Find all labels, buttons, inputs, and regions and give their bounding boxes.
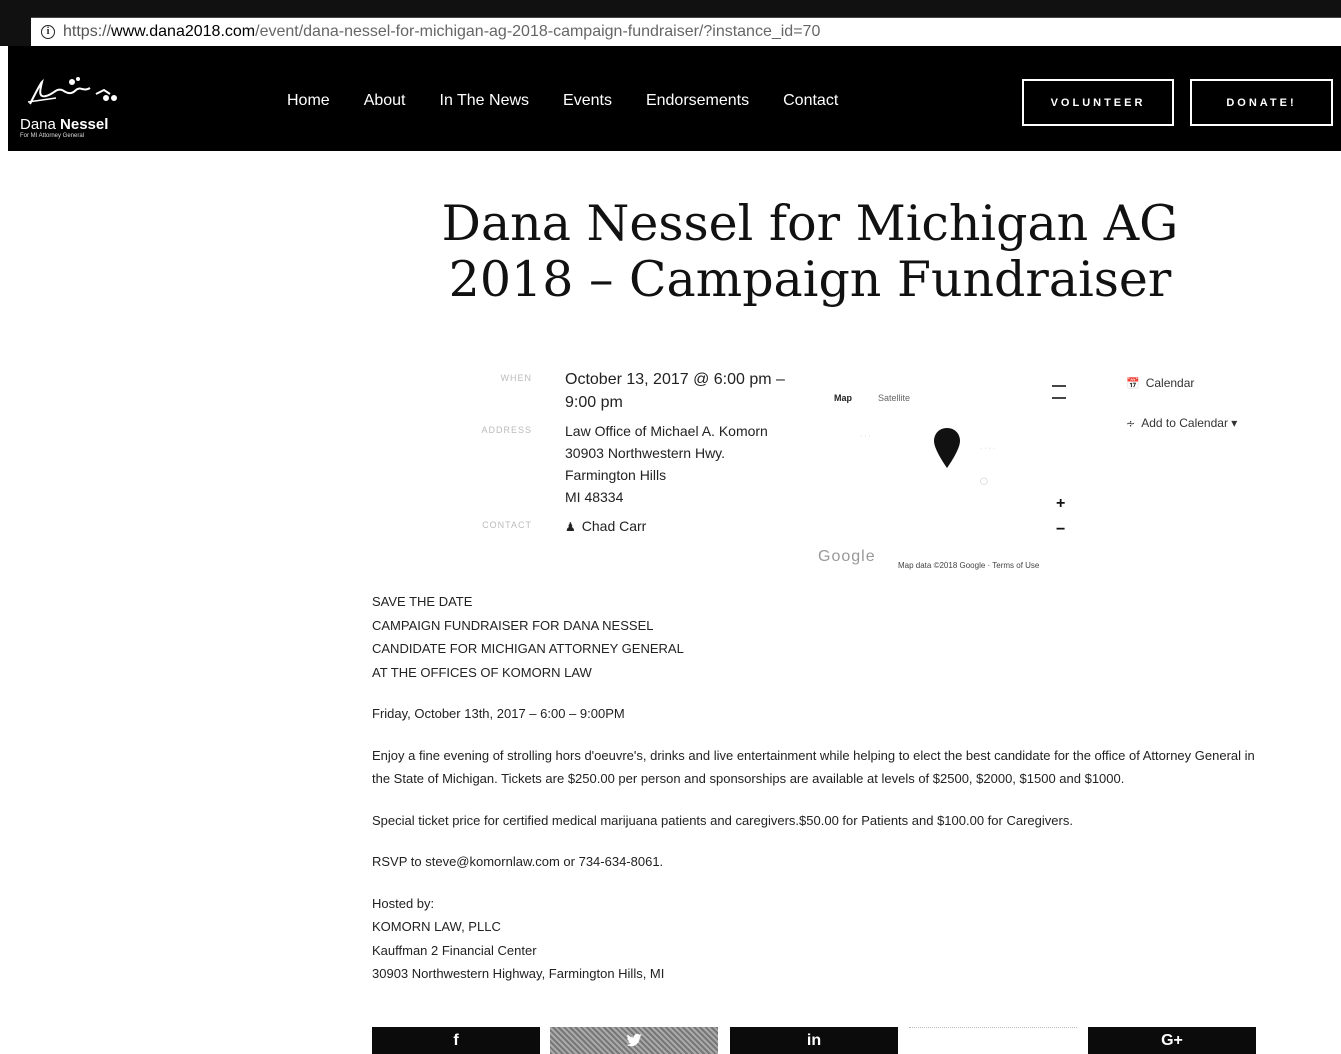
logo-text: Dana Nessel — [20, 116, 108, 133]
save-the-date: SAVE THE DATE — [372, 594, 473, 609]
offices-line: AT THE OFFICES OF KOMORN LAW — [372, 664, 592, 680]
page-title: Dana Nessel for Michigan AG 2018 – Campa… — [441, 195, 1179, 308]
url-path: /event/dana-nessel-for-michigan-ag-2018-… — [255, 23, 821, 40]
linkedin-icon: in — [806, 1031, 822, 1049]
street-address: 30903 Northwestern Hwy. — [565, 445, 726, 461]
map-tab-satellite[interactable]: Satellite — [878, 393, 910, 403]
address-label: ADDRESS — [481, 425, 532, 435]
share-twitter-button[interactable] — [550, 1027, 718, 1054]
map-highway-marker: ◯ — [980, 478, 988, 485]
site-header: Dana Nessel For MI Attorney General Home… — [8, 46, 1341, 151]
url-domain: www.dana2018.com — [111, 23, 256, 40]
rsvp-paragraph: RSVP to steve@komornlaw.com or 734-634-8… — [372, 854, 664, 869]
map-road-label: · · · · — [980, 445, 996, 452]
zoom-in-button[interactable]: + — [1056, 495, 1065, 513]
donate-button[interactable]: DONATE! — [1190, 79, 1333, 126]
calendar-link[interactable]: 📅 Calendar — [1126, 376, 1194, 390]
share-facebook-button[interactable]: f — [372, 1027, 540, 1054]
save-the-date-block: SAVE THE DATE CAMPAIGN FUNDRAISER FOR DA… — [372, 590, 1262, 684]
share-linkedin-button[interactable]: in — [730, 1027, 898, 1054]
person-icon: ♟ — [565, 520, 576, 534]
when-label: WHEN — [500, 373, 532, 383]
hosted-by-label: Hosted by: — [372, 895, 435, 911]
event-address: Law Office of Michael A. Komorn 30903 No… — [565, 420, 768, 508]
calendar-label: Calendar — [1145, 376, 1195, 390]
share-google-plus-button[interactable]: G+ — [1088, 1027, 1256, 1054]
logo-first-name: Dana — [20, 116, 56, 133]
event-contact[interactable]: ♟ Chad Carr — [565, 515, 646, 538]
logo-subtitle: For MI Attorney General — [20, 133, 85, 139]
enjoy-paragraph: Enjoy a fine evening of strolling hors d… — [372, 747, 1255, 787]
address-bar[interactable]: i https://www.dana2018.com/event/dana-ne… — [31, 17, 1341, 46]
candidate-line: CANDIDATE FOR MICHIGAN ATTORNEY GENERAL — [372, 641, 684, 656]
map-tab-map[interactable]: Map — [834, 393, 852, 403]
event-description: SAVE THE DATE CAMPAIGN FUNDRAISER FOR DA… — [372, 590, 1262, 1004]
nav-about[interactable]: About — [364, 92, 406, 110]
map-attribution[interactable]: Map data ©2018 Google · Terms of Use — [898, 561, 1039, 570]
fullscreen-icon[interactable] — [1052, 385, 1066, 399]
logo-last-name: Nessel — [60, 116, 109, 133]
hosted-by-block: Hosted by: KOMORN LAW, PLLC Kauffman 2 F… — [372, 892, 1262, 986]
nav-home[interactable]: Home — [287, 92, 330, 110]
add-to-calendar-dropdown[interactable]: ∻ Add to Calendar ▾ — [1126, 416, 1237, 430]
facebook-icon: f — [453, 1031, 459, 1049]
twitter-icon — [626, 1033, 642, 1047]
share-blank-button[interactable] — [909, 1027, 1077, 1054]
info-icon[interactable]: i — [41, 25, 55, 39]
browser-bar: i https://www.dana2018.com/event/dana-ne… — [0, 0, 1341, 46]
main-nav: Home About In The News Events Endorsemen… — [287, 92, 872, 110]
contact-name: Chad Carr — [581, 518, 647, 534]
google-plus-icon: G+ — [1161, 1031, 1183, 1049]
zoom-out-button[interactable]: − — [1056, 521, 1065, 539]
volunteer-button[interactable]: VOLUNTEER — [1022, 79, 1174, 126]
add-to-calendar-label: Add to Calendar — [1141, 416, 1228, 430]
date-paragraph: Friday, October 13th, 2017 – 6:00 – 9:00… — [372, 706, 625, 721]
special-price-paragraph: Special ticket price for certified medic… — [372, 812, 1073, 828]
venue-name[interactable]: Law Office of Michael A. Komorn — [565, 420, 768, 442]
event-map[interactable]: Map Satellite · · · · · · · ◯ + − Google… — [812, 373, 1084, 573]
site-logo[interactable]: Dana Nessel For MI Attorney General — [20, 74, 130, 139]
caret-down-icon: ▾ — [1231, 416, 1238, 430]
host-name: KOMORN LAW, PLLC — [372, 919, 501, 934]
rss-icon: ∻ — [1126, 418, 1136, 430]
google-logo: Google — [818, 548, 876, 565]
nav-in-the-news[interactable]: In The News — [440, 92, 530, 110]
map-road-label: · · · — [860, 433, 871, 440]
nav-events[interactable]: Events — [563, 92, 612, 110]
nav-contact[interactable]: Contact — [783, 92, 838, 110]
logo-signature-icon — [27, 77, 117, 105]
state-zip: MI 48334 — [565, 489, 624, 505]
url-protocol: https:// — [63, 23, 112, 40]
fundraiser-line: CAMPAIGN FUNDRAISER FOR DANA NESSEL — [372, 617, 654, 633]
city: Farmington Hills — [565, 467, 667, 483]
event-datetime: October 13, 2017 @ 6:00 pm – 9:00 pm — [565, 371, 785, 411]
host-building: Kauffman 2 Financial Center — [372, 942, 537, 958]
nav-endorsements[interactable]: Endorsements — [646, 92, 749, 110]
contact-label: CONTACT — [482, 520, 532, 530]
map-pin-icon[interactable] — [934, 428, 960, 468]
host-address: 30903 Northwestern Highway, Farmington H… — [372, 966, 665, 981]
calendar-icon: 📅 — [1126, 378, 1140, 390]
